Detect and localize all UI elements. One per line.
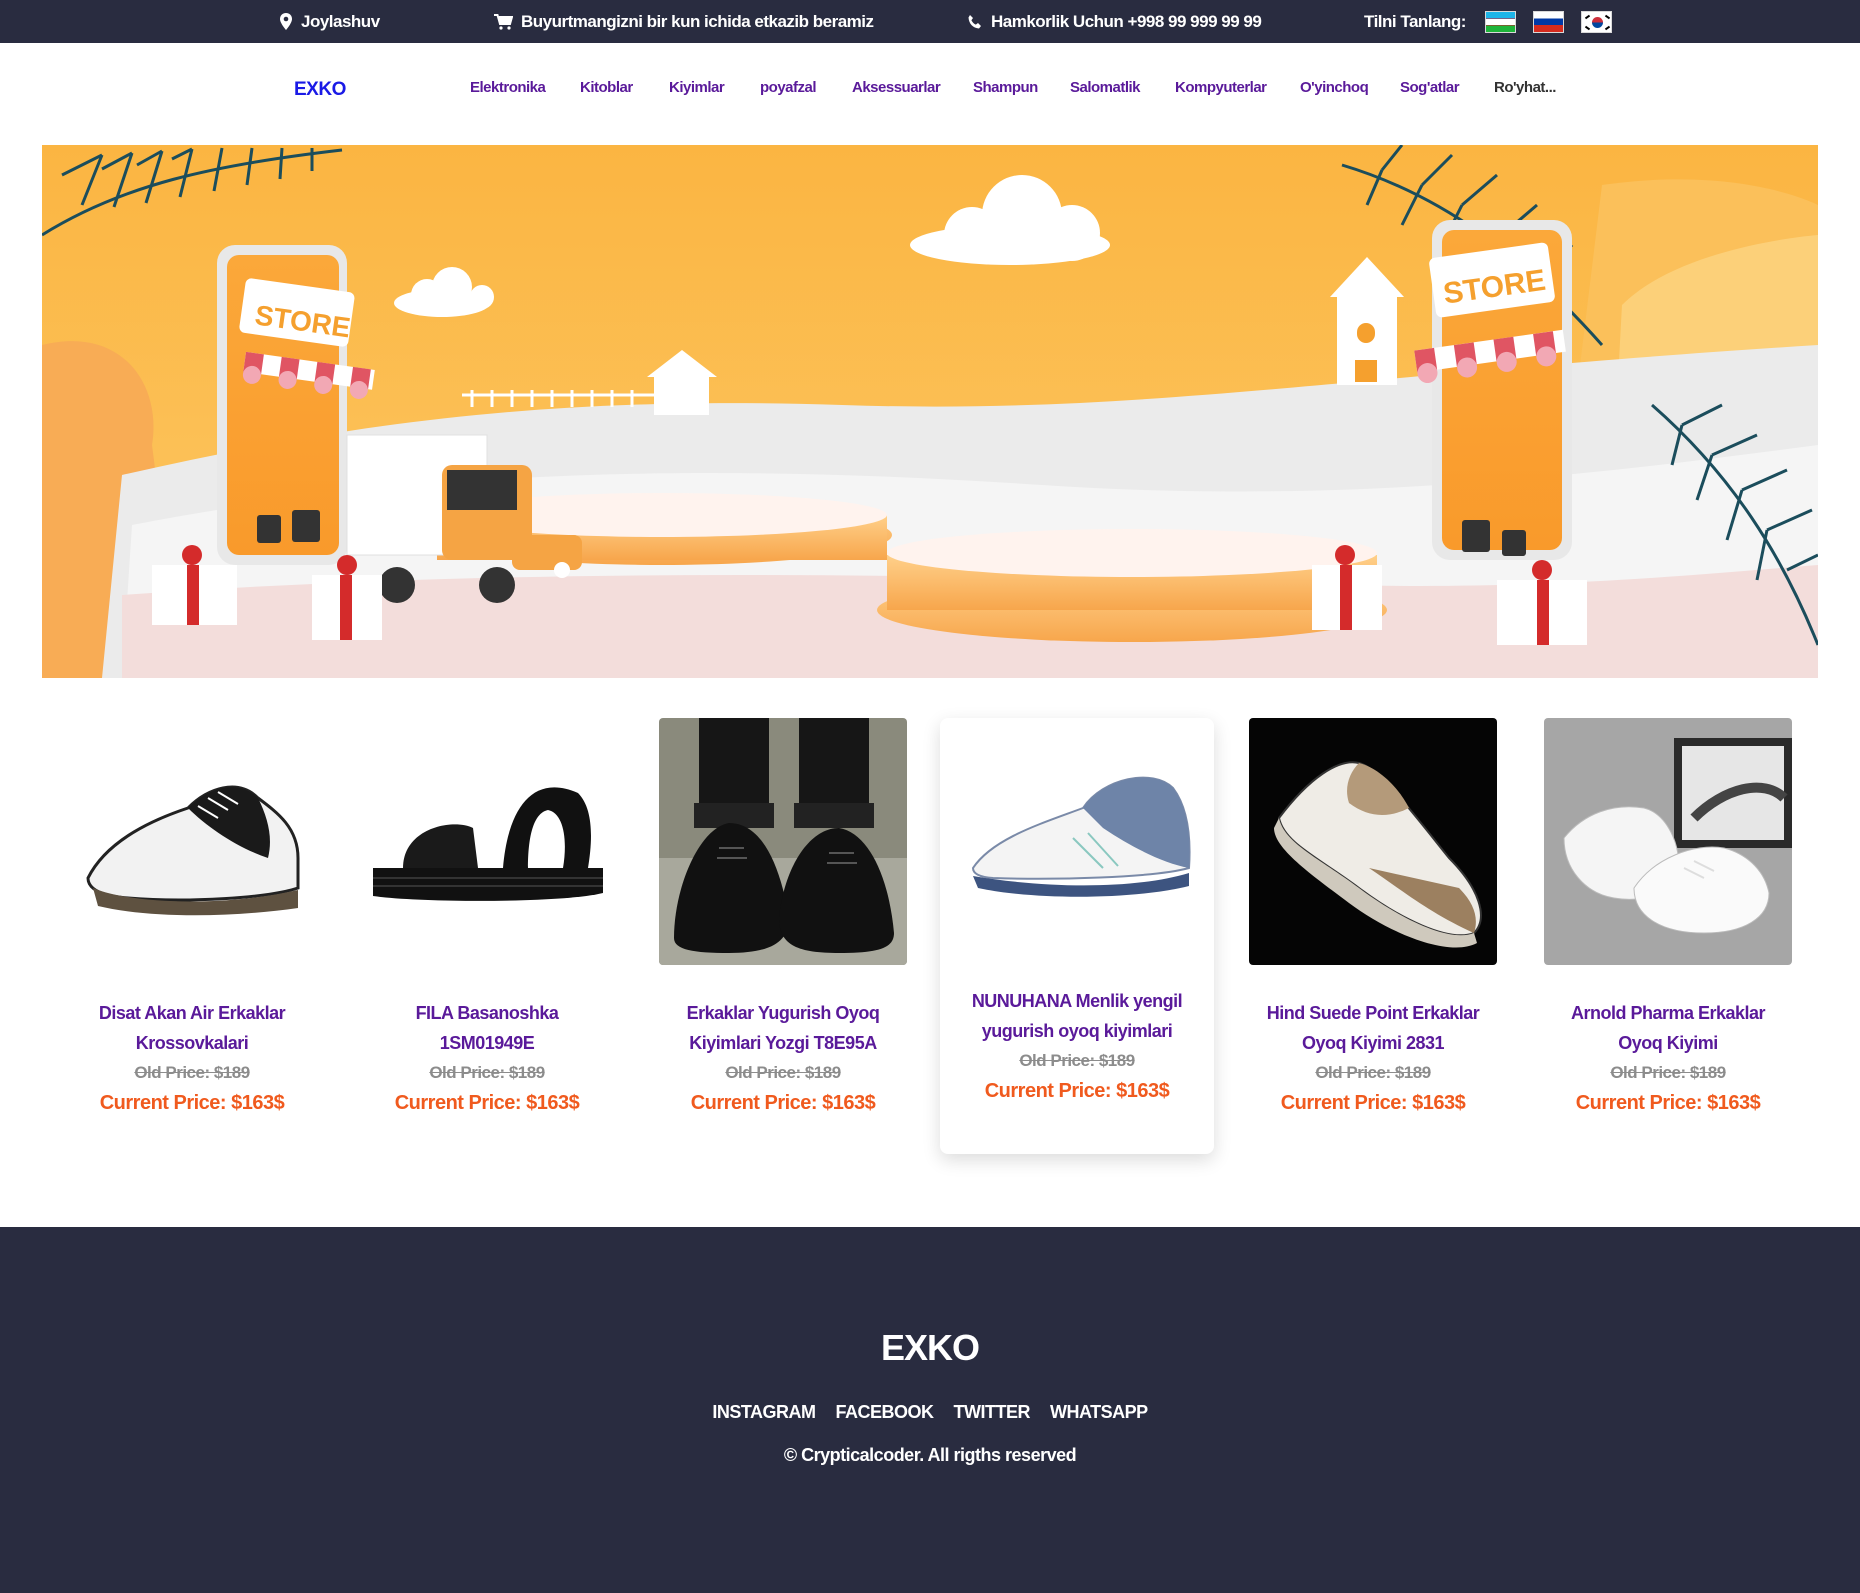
product-old-price: Old Price: $189 xyxy=(134,1063,250,1082)
product-old-price: Old Price: $189 xyxy=(1315,1063,1431,1082)
sneaker-white-blue-icon xyxy=(953,728,1201,975)
product-current-price: Current Price: $163$ xyxy=(99,1092,285,1114)
delivery-text: Buyurtmangizni bir kun ichida etkazib be… xyxy=(521,11,874,31)
nav-item-kompyuterlar[interactable]: Kompyuterlar xyxy=(1175,79,1267,96)
product-current-price: Current Price: $163$ xyxy=(394,1092,580,1114)
ru-flag-icon[interactable] xyxy=(1532,10,1564,33)
nav-item-kiyimlar[interactable]: Kiyimlar xyxy=(669,79,725,96)
site-footer: EXKO INSTAGRAM FACEBOOK TWITTER WHATSAPP… xyxy=(0,1227,1860,1593)
partnership-contact[interactable]: Hamkorlik Uchun +998 99 999 99 99 xyxy=(967,0,1262,43)
main-nav: EXKO Elektronika Kitoblar Kiyimlar poyaf… xyxy=(0,43,1860,136)
product-current-price: Current Price: $163$ xyxy=(984,1080,1170,1102)
nav-item-aksessuarlar[interactable]: Aksessuarlar xyxy=(852,79,941,96)
product-old-price: Old Price: $189 xyxy=(429,1063,545,1082)
kr-flag-icon[interactable] xyxy=(1580,10,1612,33)
location-link[interactable]: Joylashuv xyxy=(279,0,380,43)
uz-flag-icon[interactable] xyxy=(1484,10,1516,33)
product-name[interactable]: FILA Basanoshka 1SM01949E xyxy=(363,998,611,1058)
nav-item-shampun[interactable]: Shampun xyxy=(973,79,1038,96)
twitter-link[interactable]: TWITTER xyxy=(954,1402,1031,1423)
location-label: Joylashuv xyxy=(301,11,380,31)
product-name[interactable]: Hind Suede Point Erkaklar Oyoq Kiyimi 28… xyxy=(1249,998,1497,1058)
product-old-price: Old Price: $189 xyxy=(1019,1051,1135,1070)
nav-item-salomatlik[interactable]: Salomatlik xyxy=(1070,79,1141,96)
product-card[interactable]: Arnold Pharma Erkaklar Oyoq Kiyimi Old P… xyxy=(1544,718,1792,1148)
product-card-featured[interactable]: NUNUHANA Menlik yengil yugurish oyoq kiy… xyxy=(940,718,1214,1154)
location-pin-icon xyxy=(280,13,292,30)
language-label: Tilni Tanlang: xyxy=(1364,11,1466,31)
facebook-link[interactable]: FACEBOOK xyxy=(836,1402,935,1423)
product-current-price: Current Price: $163$ xyxy=(1280,1092,1466,1114)
product-name[interactable]: Erkaklar Yugurish Oyoq Kiyimlari Yozgi T… xyxy=(659,998,907,1058)
product-current-price: Current Price: $163$ xyxy=(1575,1092,1761,1114)
product-image-sneaker-black-worn[interactable] xyxy=(659,718,907,965)
footer-logo[interactable]: EXKO xyxy=(0,1327,1860,1369)
sandal-black-icon xyxy=(363,718,611,965)
product-card[interactable]: FILA Basanoshka 1SM01949E Old Price: $18… xyxy=(363,718,611,1148)
store-banner-illustration: STORE STORE xyxy=(42,145,1818,678)
nav-item-poyafzal[interactable]: poyafzal xyxy=(760,79,817,96)
product-card[interactable]: Disat Akan Air Erkaklar Krossovkalari Ol… xyxy=(68,718,316,1148)
copyright-text: © Crypticalcoder. All rigths reserved xyxy=(783,1445,1077,1465)
shopping-cart-icon xyxy=(494,13,513,30)
product-image-sneaker-white-black[interactable] xyxy=(68,718,316,965)
product-card[interactable]: Hind Suede Point Erkaklar Oyoq Kiyimi 28… xyxy=(1249,718,1497,1148)
sneaker-black-worn-icon xyxy=(659,718,907,965)
nav-item-oyinchoq[interactable]: O'yinchoq xyxy=(1300,79,1369,96)
top-info-bar: Joylashuv Buyurtmangizni bir kun ichida … xyxy=(0,0,1860,43)
delivery-info: Buyurtmangizni bir kun ichida etkazib be… xyxy=(494,0,874,43)
language-selector: Tilni Tanlang: xyxy=(1364,0,1612,43)
whatsapp-link[interactable]: WHATSAPP xyxy=(1050,1402,1148,1423)
product-card[interactable]: Erkaklar Yugurish Oyoq Kiyimlari Yozgi T… xyxy=(659,718,907,1148)
product-name[interactable]: Arnold Pharma Erkaklar Oyoq Kiyimi xyxy=(1544,998,1792,1058)
product-current-price: Current Price: $163$ xyxy=(690,1092,876,1114)
product-old-price: Old Price: $189 xyxy=(725,1063,841,1082)
product-image-sandal-black[interactable] xyxy=(363,718,611,965)
product-image-sneaker-white-blue[interactable] xyxy=(953,728,1201,975)
sneaker-white-grey-icon xyxy=(1544,718,1792,965)
instagram-link[interactable]: INSTAGRAM xyxy=(712,1402,816,1423)
product-name[interactable]: NUNUHANA Menlik yengil yugurish oyoq kiy… xyxy=(940,986,1214,1046)
site-logo[interactable]: EXKO xyxy=(294,43,346,136)
sneaker-white-black-icon xyxy=(68,718,316,965)
phone-icon xyxy=(968,14,981,28)
nav-item-sogatlar[interactable]: Sog'atlar xyxy=(1400,79,1460,96)
partnership-text: Hamkorlik Uchun +998 99 999 99 99 xyxy=(991,11,1262,31)
nav-item-kitoblar[interactable]: Kitoblar xyxy=(580,79,633,96)
hero-banner: STORE STORE xyxy=(42,145,1818,678)
sneaker-suede-icon xyxy=(1249,718,1497,965)
nav-item-royhat[interactable]: Ro'yhat... xyxy=(1494,79,1556,96)
social-links: INSTAGRAM FACEBOOK TWITTER WHATSAPP xyxy=(0,1402,1860,1423)
product-name[interactable]: Disat Akan Air Erkaklar Krossovkalari xyxy=(68,998,316,1058)
product-image-sneaker-suede-dark-bg[interactable] xyxy=(1249,718,1497,965)
product-image-sneaker-white-grey-bg[interactable] xyxy=(1544,718,1792,965)
nav-item-elektronika[interactable]: Elektronika xyxy=(470,79,546,96)
product-old-price: Old Price: $189 xyxy=(1610,1063,1726,1082)
